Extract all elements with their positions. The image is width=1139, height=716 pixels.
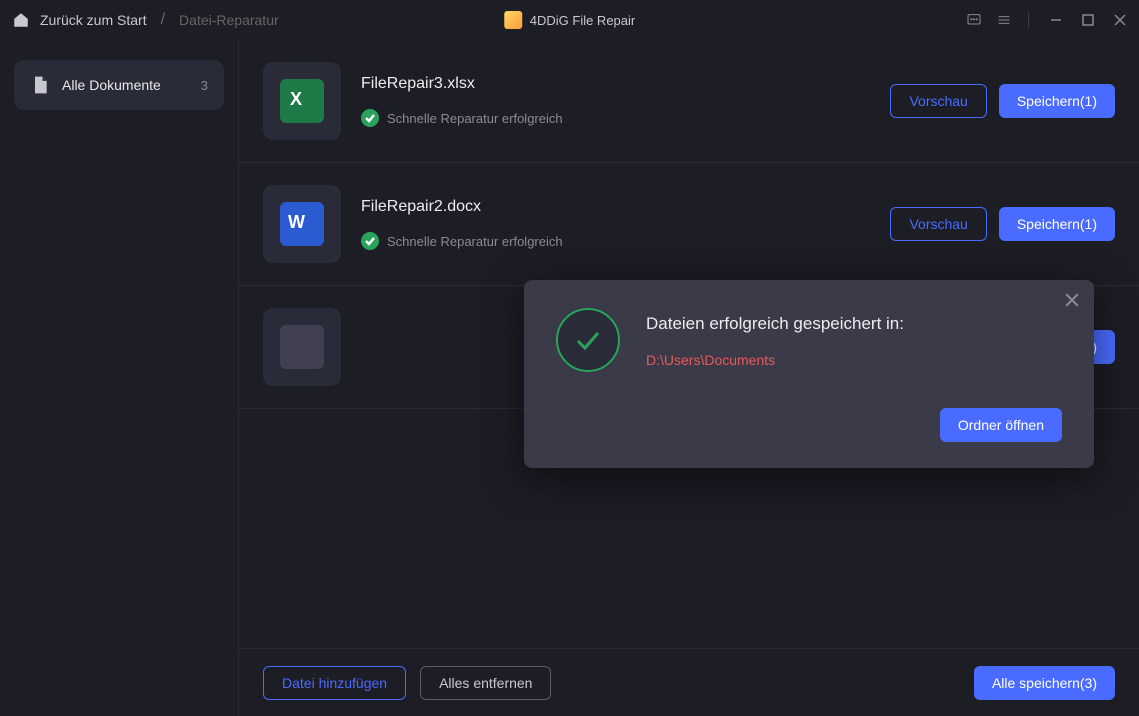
save-all-button[interactable]: Alle speichern(3) (974, 666, 1115, 700)
blank-icon (280, 325, 324, 369)
document-icon (30, 74, 50, 96)
save-button[interactable]: Speichern(1) (999, 84, 1115, 118)
footer-bar: Datei hinzufügen Alles entfernen Alle sp… (239, 648, 1139, 716)
main-content: FileRepair3.xlsx Schnelle Reparatur erfol… (238, 40, 1139, 716)
open-folder-button[interactable]: Ordner öffnen (940, 408, 1062, 442)
file-thumbnail (263, 308, 341, 386)
file-name: FileRepair3.xlsx (361, 75, 870, 93)
file-thumbnail (263, 185, 341, 263)
close-icon (1064, 292, 1080, 308)
file-row: FileRepair2.docx Schnelle Reparatur erfol… (239, 163, 1139, 286)
file-thumbnail (263, 62, 341, 140)
docx-icon (280, 202, 324, 246)
close-icon[interactable] (1113, 13, 1127, 27)
app-logo-icon (504, 11, 522, 29)
sidebar-item-label: Alle Dokumente (62, 77, 189, 93)
file-actions: Vorschau Speichern(1) (890, 207, 1115, 241)
breadcrumb-current: Datei-Reparatur (179, 12, 279, 28)
save-button[interactable]: Speichern(1) (999, 207, 1115, 241)
maximize-icon[interactable] (1081, 13, 1095, 27)
file-status: Schnelle Reparatur erfolgreich (361, 232, 870, 250)
file-row: FileRepair3.xlsx Schnelle Reparatur erfol… (239, 40, 1139, 163)
file-actions: Vorschau Speichern(1) (890, 84, 1115, 118)
feedback-icon[interactable] (966, 12, 982, 28)
preview-button[interactable]: Vorschau (890, 207, 986, 241)
success-check-icon (556, 308, 620, 372)
save-path[interactable]: D:\Users\Documents (646, 352, 1062, 368)
breadcrumb: Zurück zum Start / Datei-Reparatur (12, 11, 279, 29)
file-name: FileRepair2.docx (361, 198, 870, 216)
preview-button[interactable]: Vorschau (890, 84, 986, 118)
titlebar-actions (966, 12, 1127, 28)
breadcrumb-separator: / (161, 11, 165, 29)
minimize-icon[interactable] (1049, 13, 1063, 27)
file-status: Schnelle Reparatur erfolgreich (361, 109, 870, 127)
titlebar: Zurück zum Start / Datei-Reparatur 4DDiG… (0, 0, 1139, 40)
xlsx-icon (280, 79, 324, 123)
dialog-close-button[interactable] (1064, 292, 1080, 313)
sidebar: Alle Dokumente 3 (0, 40, 238, 716)
save-success-dialog: Dateien erfolgreich gespeichert in: D:\U… (524, 280, 1094, 468)
app-title-block: 4DDiG File Repair (504, 11, 635, 29)
back-link[interactable]: Zurück zum Start (40, 12, 147, 28)
file-info: FileRepair3.xlsx Schnelle Reparatur erfol… (361, 75, 870, 127)
sidebar-item-count: 3 (201, 78, 208, 93)
titlebar-separator (1028, 12, 1029, 28)
remove-all-button[interactable]: Alles entfernen (420, 666, 551, 700)
add-file-button[interactable]: Datei hinzufügen (263, 666, 406, 700)
status-text: Schnelle Reparatur erfolgreich (387, 111, 563, 126)
dialog-title: Dateien erfolgreich gespeichert in: (646, 314, 1062, 334)
sidebar-item-all-documents[interactable]: Alle Dokumente 3 (14, 60, 224, 110)
menu-icon[interactable] (996, 12, 1012, 28)
app-title: 4DDiG File Repair (530, 13, 635, 28)
file-info: FileRepair2.docx Schnelle Reparatur erfol… (361, 198, 870, 250)
status-text: Schnelle Reparatur erfolgreich (387, 234, 563, 249)
home-icon[interactable] (12, 11, 30, 29)
check-icon (361, 232, 379, 250)
check-icon (361, 109, 379, 127)
